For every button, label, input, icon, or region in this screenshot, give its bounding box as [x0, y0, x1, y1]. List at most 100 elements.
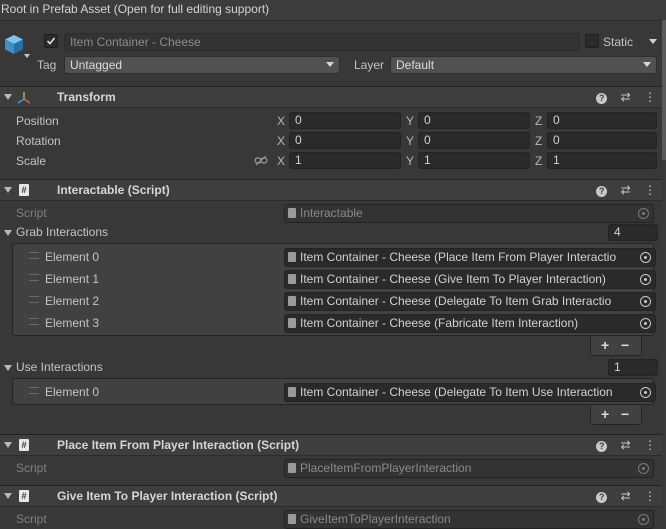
axis-x-label[interactable]: X [277, 114, 285, 128]
add-element-button[interactable]: + [601, 337, 609, 353]
object-picker-icon[interactable] [640, 387, 651, 398]
axis-x-label[interactable]: X [277, 154, 285, 168]
script-asset-icon [288, 208, 296, 218]
grab-foldout-arrow-icon[interactable] [4, 230, 12, 236]
use-interactions-label[interactable]: Use Interactions [16, 360, 103, 374]
grab-element-0-value: Item Container - Cheese (Place Item From… [300, 250, 617, 264]
interactable-script-field[interactable]: Interactable [284, 204, 654, 223]
scale-label: Scale [16, 154, 47, 168]
scale-z-value: 1 [553, 153, 560, 167]
object-picker-icon[interactable] [640, 252, 651, 263]
position-x-field[interactable]: 0 [289, 112, 401, 129]
layer-dropdown[interactable]: Default [390, 56, 657, 74]
place-item-script-value: PlaceItemFromPlayerInteraction [300, 461, 472, 475]
position-y-value: 0 [424, 113, 431, 127]
help-icon[interactable]: ? [596, 441, 608, 452]
axis-y-label[interactable]: Y [406, 134, 414, 148]
give-item-script-field[interactable]: GiveItemToPlayerInteraction [284, 510, 654, 529]
grab-element-3-field[interactable]: Item Container - Cheese (Fabricate Item … [284, 314, 656, 333]
drag-handle-icon[interactable] [29, 387, 39, 394]
add-element-button[interactable]: + [601, 406, 609, 422]
rotation-y-field[interactable]: 0 [418, 132, 530, 149]
script-label: Script [16, 461, 47, 475]
active-checkbox[interactable] [44, 34, 58, 48]
inspector-scrollbar-thumb[interactable] [662, 20, 666, 160]
place-item-header[interactable]: # Place Item From Player Interaction (Sc… [0, 434, 666, 456]
grab-element-0-field[interactable]: Item Container - Cheese (Place Item From… [284, 248, 656, 267]
place-item-script-field[interactable]: PlaceItemFromPlayerInteraction [284, 459, 654, 478]
rotation-x-field[interactable]: 0 [289, 132, 401, 149]
help-icon[interactable]: ? [596, 93, 608, 104]
drag-handle-icon[interactable] [29, 318, 39, 325]
presets-icon[interactable]: ⇄ [621, 90, 631, 104]
axis-y-label[interactable]: Y [406, 154, 414, 168]
axis-y-label[interactable]: Y [406, 114, 414, 128]
object-picker-icon[interactable] [638, 208, 649, 219]
drag-handle-icon[interactable] [29, 252, 39, 259]
tag-dropdown[interactable]: Untagged [64, 56, 340, 74]
more-icon[interactable]: ⋮ [644, 183, 656, 197]
scale-z-field[interactable]: 1 [547, 152, 657, 169]
axis-z-label[interactable]: Z [535, 114, 542, 128]
object-picker-icon[interactable] [638, 463, 649, 474]
cube-dropdown-arrow-icon[interactable] [24, 54, 30, 58]
axis-x-label[interactable]: X [277, 134, 285, 148]
remove-element-button[interactable]: − [621, 337, 629, 353]
constrain-proportions-icon[interactable] [254, 155, 268, 166]
foldout-arrow-icon[interactable] [4, 493, 12, 499]
static-checkbox[interactable] [585, 34, 599, 48]
help-icon[interactable]: ? [596, 186, 608, 197]
scale-x-field[interactable]: 1 [289, 152, 401, 169]
object-picker-icon[interactable] [640, 274, 651, 285]
grab-element-2-field[interactable]: Item Container - Cheese (Delegate To Ite… [284, 292, 656, 311]
remove-element-button[interactable]: − [621, 406, 629, 422]
presets-icon[interactable]: ⇄ [621, 438, 631, 452]
interactable-header[interactable]: # Interactable (Script) ? ⇄ ⋮ [0, 179, 666, 201]
grab-element-1-label: Element 1 [45, 272, 100, 286]
rotation-x-value: 0 [295, 133, 302, 147]
grab-interactions-label[interactable]: Grab Interactions [16, 225, 108, 239]
drag-handle-icon[interactable] [29, 296, 39, 303]
scale-y-field[interactable]: 1 [418, 152, 530, 169]
drag-handle-icon[interactable] [29, 274, 39, 281]
object-picker-icon[interactable] [640, 318, 651, 329]
presets-icon[interactable]: ⇄ [621, 183, 631, 197]
use-list-add-remove: + − [590, 405, 642, 425]
grab-interactions-size: 4 [614, 225, 621, 239]
use-element-0-field[interactable]: Item Container - Cheese (Delegate To Ite… [284, 383, 656, 402]
prefab-banner-text: Root in Prefab Asset (Open for full edit… [1, 2, 270, 16]
presets-icon[interactable]: ⇄ [621, 489, 631, 503]
object-picker-icon[interactable] [638, 514, 649, 525]
grab-interactions-size-field[interactable]: 4 [608, 224, 658, 241]
rotation-z-field[interactable]: 0 [547, 132, 657, 149]
scale-x-value: 1 [295, 153, 302, 167]
foldout-arrow-icon[interactable] [4, 442, 12, 448]
more-icon[interactable]: ⋮ [644, 90, 656, 104]
transform-header[interactable]: Transform ? ⇄ ⋮ [0, 86, 666, 108]
gameobject-name: Item Container - Cheese [70, 35, 201, 49]
grab-element-1-field[interactable]: Item Container - Cheese (Give Item To Pl… [284, 270, 656, 289]
help-icon[interactable]: ? [596, 492, 608, 503]
use-foldout-arrow-icon[interactable] [4, 365, 12, 371]
position-z-field[interactable]: 0 [547, 112, 657, 129]
static-dropdown-arrow-icon[interactable] [649, 39, 657, 44]
axis-z-label[interactable]: Z [535, 154, 542, 168]
transform-axes-icon [17, 91, 31, 105]
grab-element-3-value: Item Container - Cheese (Fabricate Item … [300, 316, 579, 330]
transform-header-icons: ? ⇄ ⋮ [586, 90, 656, 104]
object-picker-icon[interactable] [640, 296, 651, 307]
tag-value: Untagged [70, 58, 123, 72]
script-label: Script [16, 512, 47, 526]
give-item-header[interactable]: # Give Item To Player Interaction (Scrip… [0, 485, 666, 507]
more-icon[interactable]: ⋮ [644, 489, 656, 503]
gameobject-name-field[interactable]: Item Container - Cheese [64, 33, 580, 51]
use-interactions-size-field[interactable]: 1 [608, 359, 658, 376]
axis-z-label[interactable]: Z [535, 134, 542, 148]
script-asset-icon [288, 387, 296, 397]
foldout-arrow-icon[interactable] [4, 187, 12, 193]
inspector-scrollbar[interactable] [662, 20, 666, 523]
more-icon[interactable]: ⋮ [644, 438, 656, 452]
script-asset-icon [288, 318, 296, 328]
position-y-field[interactable]: 0 [418, 112, 530, 129]
foldout-arrow-icon[interactable] [4, 94, 12, 100]
